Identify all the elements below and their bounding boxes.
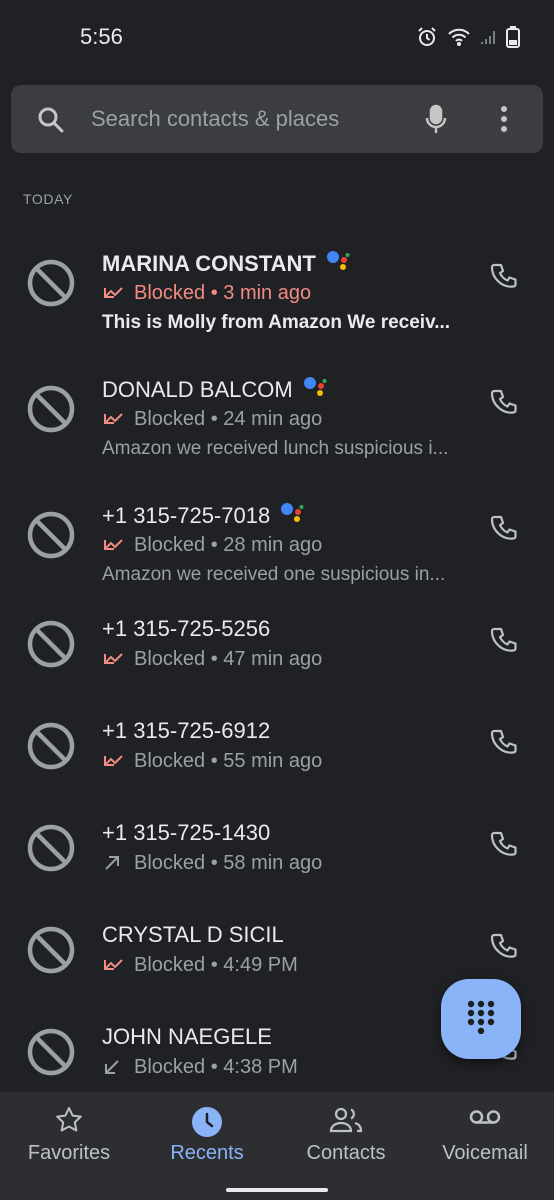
blocked-icon — [25, 1026, 77, 1083]
caller-name: +1 315-725-5256 — [102, 616, 270, 642]
phone-icon[interactable] — [484, 926, 524, 966]
caller-name: +1 315-725-6912 — [102, 718, 270, 744]
incoming-call-icon — [102, 1057, 124, 1079]
call-status: Blocked • 4:49 PM — [102, 954, 298, 977]
phone-icon[interactable] — [484, 508, 524, 548]
blocked-call-icon — [102, 955, 124, 977]
call-status-text: Blocked • 24 min ago — [134, 408, 323, 430]
caller-name-text: +1 315-725-5256 — [102, 616, 271, 641]
phone-icon[interactable] — [484, 620, 524, 660]
call-status-text: Blocked • 58 min ago — [134, 852, 323, 874]
call-log-row[interactable]: +1 315-725-5256 Blocked • 47 min ago — [0, 616, 554, 716]
caller-name-text: +1 315-725-1430 — [102, 820, 271, 845]
nav-label-recents: Recents — [170, 1142, 244, 1164]
caller-name: +1 315-725-7018 — [102, 502, 304, 530]
people-icon — [329, 1106, 363, 1139]
call-transcript: This is Molly from Amazon We receiv... — [102, 312, 451, 333]
blocked-icon — [25, 822, 77, 879]
caller-name-text: CRYSTAL D SICIL — [102, 922, 284, 947]
call-transcript: Amazon we received one suspicious in... — [102, 564, 446, 585]
call-status: Blocked • 55 min ago — [102, 750, 322, 773]
call-list: MARINA CONSTANT Blocked • 3 min ago This i… — [0, 0, 554, 1092]
outgoing-call-icon — [102, 853, 124, 875]
caller-name: DONALD BALCOM — [102, 376, 327, 404]
dialpad-icon — [467, 1000, 495, 1039]
google-assistant-icon — [326, 250, 350, 278]
caller-name-text: JOHN NAEGELE — [102, 1024, 272, 1049]
voicemail-icon — [469, 1106, 501, 1133]
call-status: Blocked • 47 min ago — [102, 648, 322, 671]
nav-recents[interactable]: Recents — [138, 1092, 276, 1182]
blocked-icon — [25, 383, 77, 440]
call-log-row[interactable]: +1 315-725-7018 Blocked • 28 min ago Amazo… — [0, 484, 554, 585]
nav-label-favorites: Favorites — [27, 1142, 111, 1164]
blocked-call-icon — [102, 283, 124, 305]
caller-name-text: DONALD BALCOM — [102, 377, 293, 402]
nav-voicemail[interactable]: Voicemail — [416, 1092, 554, 1182]
call-status-text: Blocked • 28 min ago — [134, 534, 323, 556]
nav-favorites[interactable]: Favorites — [0, 1092, 138, 1182]
call-status: Blocked • 58 min ago — [102, 852, 322, 875]
caller-name-text: +1 315-725-7018 — [102, 503, 271, 528]
blocked-icon — [25, 924, 77, 981]
star-icon — [55, 1106, 83, 1139]
call-status: Blocked • 4:38 PM — [102, 1056, 298, 1079]
caller-name: MARINA CONSTANT — [102, 250, 350, 278]
call-status-text: Blocked • 3 min ago — [134, 282, 312, 304]
phone-icon[interactable] — [484, 722, 524, 762]
google-assistant-icon — [280, 502, 304, 530]
caller-name: CRYSTAL D SICIL — [102, 922, 284, 948]
blocked-call-icon — [102, 409, 124, 431]
phone-screen: 5:56 Search contacts & places TODAY MARI… — [0, 0, 554, 1200]
bottom-navigation: Favorites Recents Contacts Voicemail — [0, 1092, 554, 1200]
nav-label-voicemail: Voicemail — [442, 1142, 528, 1164]
call-log-row[interactable]: +1 315-725-1430 Blocked • 58 min ago — [0, 820, 554, 920]
call-status-text: Blocked • 4:38 PM — [134, 1056, 298, 1078]
blocked-icon — [25, 257, 77, 314]
call-status: Blocked • 24 min ago — [102, 408, 322, 431]
blocked-icon — [25, 618, 77, 675]
clock-icon — [191, 1106, 223, 1143]
call-status: Blocked • 28 min ago — [102, 534, 322, 557]
home-indicator[interactable] — [226, 1188, 328, 1192]
call-log-row[interactable]: DONALD BALCOM Blocked • 24 min ago Amazon … — [0, 358, 554, 459]
nav-label-contacts: Contacts — [306, 1142, 386, 1164]
blocked-icon — [25, 720, 77, 777]
call-log-row[interactable]: MARINA CONSTANT Blocked • 3 min ago This i… — [0, 232, 554, 333]
caller-name: JOHN NAEGELE — [102, 1024, 272, 1050]
call-status: Blocked • 3 min ago — [102, 282, 311, 305]
blocked-call-icon — [102, 649, 124, 671]
call-status-text: Blocked • 4:49 PM — [134, 954, 298, 976]
caller-name: +1 315-725-1430 — [102, 820, 270, 846]
call-transcript: Amazon we received lunch suspicious i... — [102, 438, 449, 459]
call-log-row[interactable]: +1 315-725-6912 Blocked • 55 min ago — [0, 718, 554, 818]
caller-name-text: MARINA CONSTANT — [102, 251, 316, 276]
call-status-text: Blocked • 47 min ago — [134, 648, 323, 670]
blocked-call-icon — [102, 751, 124, 773]
blocked-call-icon — [102, 535, 124, 557]
call-status-text: Blocked • 55 min ago — [134, 750, 323, 772]
blocked-icon — [25, 509, 77, 566]
phone-icon[interactable] — [484, 382, 524, 422]
nav-contacts[interactable]: Contacts — [277, 1092, 415, 1182]
google-assistant-icon — [303, 376, 327, 404]
dialpad-button[interactable] — [441, 979, 521, 1059]
phone-icon[interactable] — [484, 824, 524, 864]
caller-name-text: +1 315-725-6912 — [102, 718, 271, 743]
phone-icon[interactable] — [484, 256, 524, 296]
